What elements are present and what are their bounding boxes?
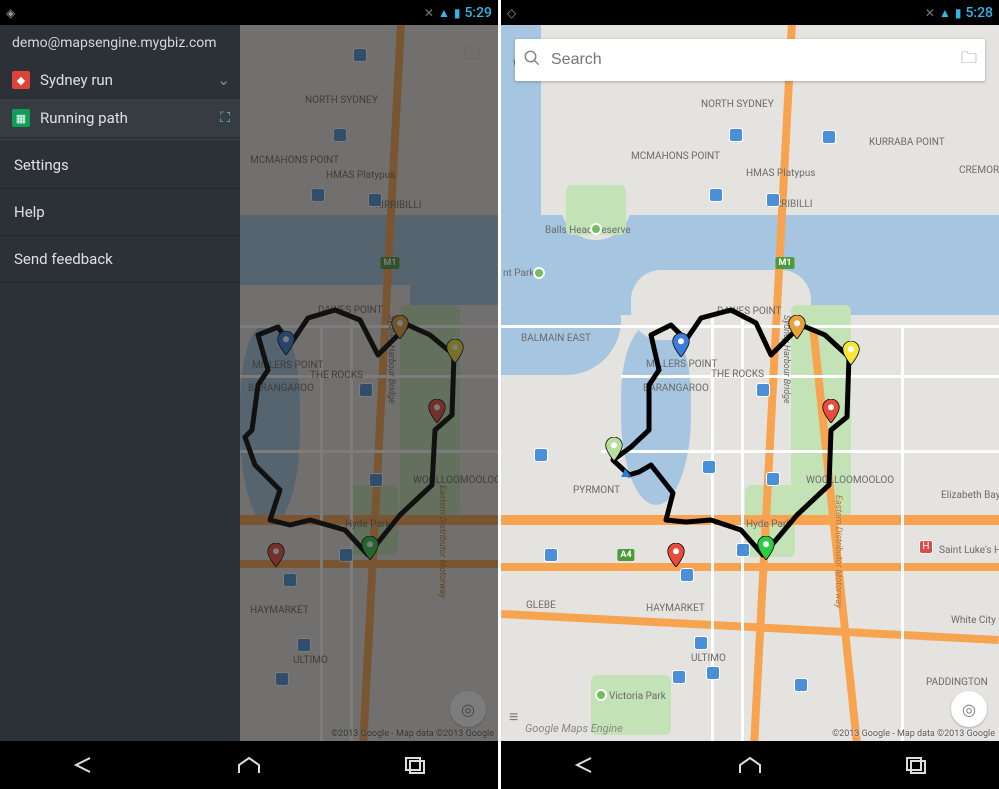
chevron-down-icon: ⌄ (217, 71, 230, 89)
transit-icon (756, 383, 770, 397)
park-icon (595, 689, 607, 701)
status-bar: ◇ ✕ ▲ ▮ 5:28 (501, 0, 999, 25)
transit-icon (822, 130, 836, 144)
transit-icon (709, 188, 723, 202)
transit-icon (729, 128, 743, 142)
park-icon (590, 223, 602, 235)
map-label: THE ROCKS (711, 369, 764, 380)
map-pin-red[interactable] (667, 543, 685, 567)
map-pin-green[interactable] (757, 536, 775, 560)
transit-icon (544, 548, 558, 562)
device-right: ◇ ✕ ▲ ▮ 5:28 (501, 0, 999, 789)
vibrate-icon: ✕ (925, 6, 935, 20)
system-nav-bar (501, 741, 999, 789)
back-button[interactable] (61, 750, 105, 780)
recent-apps-button[interactable] (393, 750, 437, 780)
vibrate-icon: ✕ (424, 6, 434, 20)
transit-icon (736, 543, 750, 557)
map-attribution: ©2013 Google - Map data ©2013 Google (832, 729, 995, 739)
transit-icon (706, 666, 720, 680)
transit-icon (672, 670, 686, 684)
map-label: MCMAHONS POINT (631, 151, 720, 162)
map-pin-orange[interactable] (788, 315, 806, 339)
wifi-icon: ▲ (939, 6, 951, 20)
transit-icon (534, 448, 548, 462)
sheet-icon: ▦ (12, 109, 30, 127)
map-label: nt Park (503, 268, 534, 279)
account-email[interactable]: demo@mapsengine.mygbiz.com (12, 35, 217, 51)
map-label: Elizabeth Bay House (941, 490, 999, 501)
map-label: White City (951, 615, 996, 626)
road-shield: A4 (617, 549, 634, 561)
map-pin-yellow[interactable] (842, 341, 860, 365)
recent-apps-button[interactable] (894, 750, 938, 780)
folder-icon[interactable]: 🗀 (961, 47, 977, 74)
map-label: CREMORNE (959, 165, 999, 176)
menu-help[interactable]: Help (0, 189, 240, 236)
menu-button[interactable]: ≡ (509, 707, 518, 727)
status-time: 5:29 (464, 5, 492, 21)
transit-icon (766, 193, 780, 207)
road-shield: M1 (775, 257, 794, 269)
map-label: GLEBE (526, 600, 556, 611)
layer-row-sydney-run[interactable]: ◆ Sydney run ⌄ (0, 61, 240, 99)
transit-icon (680, 568, 694, 582)
fit-bounds-icon[interactable]: ⛶ (220, 110, 230, 126)
status-time: 5:28 (965, 5, 993, 21)
screen: NORTH SYDNEY MCMAHONS POINT HMAS Platypu… (0, 25, 498, 741)
google-logo: Google Maps Engine (525, 722, 623, 735)
home-button[interactable] (728, 750, 772, 780)
location-active-icon: ◈ (6, 6, 15, 20)
location-icon: ◇ (507, 6, 516, 20)
transit-icon (702, 460, 716, 474)
map-label: HAYMARKET (646, 603, 705, 614)
menu-send-feedback[interactable]: Send feedback (0, 236, 240, 283)
my-location-button[interactable]: ◎ (951, 691, 987, 727)
map-pin-red[interactable] (822, 399, 840, 423)
map-label: MILLERS POINT (646, 359, 717, 370)
map-label: Victoria Park (609, 691, 666, 702)
layer-row-running-path[interactable]: ▦ Running path ⛶ (0, 99, 240, 137)
device-left: ◈ ✕ ▲ ▮ 5:29 NORTH SYDNEY MCMAHONS PO (0, 0, 498, 789)
map-label: DAWES POINT (717, 306, 782, 317)
map-label: NORTH SYDNEY (701, 99, 774, 110)
layer-label: Sydney run (40, 71, 113, 89)
map-label: PADDINGTON (926, 677, 988, 688)
transit-icon (766, 472, 780, 486)
map-pin-lightgreen[interactable] (605, 437, 623, 461)
pin-icon: ◆ (12, 71, 30, 89)
map-label: ULTIMO (691, 653, 726, 664)
wifi-icon: ▲ (438, 6, 450, 20)
map-label: WOOLLOOMOOLOO (806, 475, 894, 486)
status-bar: ◈ ✕ ▲ ▮ 5:29 (0, 0, 498, 25)
divider (0, 139, 240, 140)
battery-icon: ▮ (955, 6, 962, 20)
map-label: KURRABA POINT (869, 137, 945, 148)
navigation-drawer: demo@mapsengine.mygbiz.com ◆ Sydney run … (0, 25, 240, 741)
system-nav-bar (0, 741, 498, 789)
layer-label: Running path (40, 109, 128, 127)
home-button[interactable] (227, 750, 271, 780)
hospital-icon: H (919, 540, 933, 554)
map-label: BALMAIN EAST (521, 333, 591, 344)
screen: WOLLSTONECRAFT NORTH SYDNEY MCMAHONS POI… (501, 25, 999, 741)
transit-icon (694, 636, 708, 650)
map-label: BARANGAROO (643, 383, 709, 394)
map-label: Hyde Park (746, 519, 791, 530)
map-label: HMAS Platypus (746, 168, 815, 179)
map-label: PYRMONT (573, 485, 620, 496)
park-icon (533, 267, 545, 279)
search-bar[interactable]: 🗀 (515, 39, 985, 81)
back-button[interactable] (562, 750, 606, 780)
map-label: Saint Luke's Hospital (939, 545, 999, 556)
transit-icon (794, 678, 808, 692)
map-label: Balls Head Reserve (545, 225, 631, 236)
search-input[interactable] (551, 51, 951, 69)
map-canvas[interactable]: WOLLSTONECRAFT NORTH SYDNEY MCMAHONS POI… (501, 25, 999, 741)
map-pin-blue[interactable] (672, 333, 690, 357)
search-icon (523, 49, 541, 71)
battery-icon: ▮ (454, 6, 461, 20)
map-label: Eastern Distributor Motorway (833, 495, 843, 608)
menu-settings[interactable]: Settings (0, 142, 240, 189)
